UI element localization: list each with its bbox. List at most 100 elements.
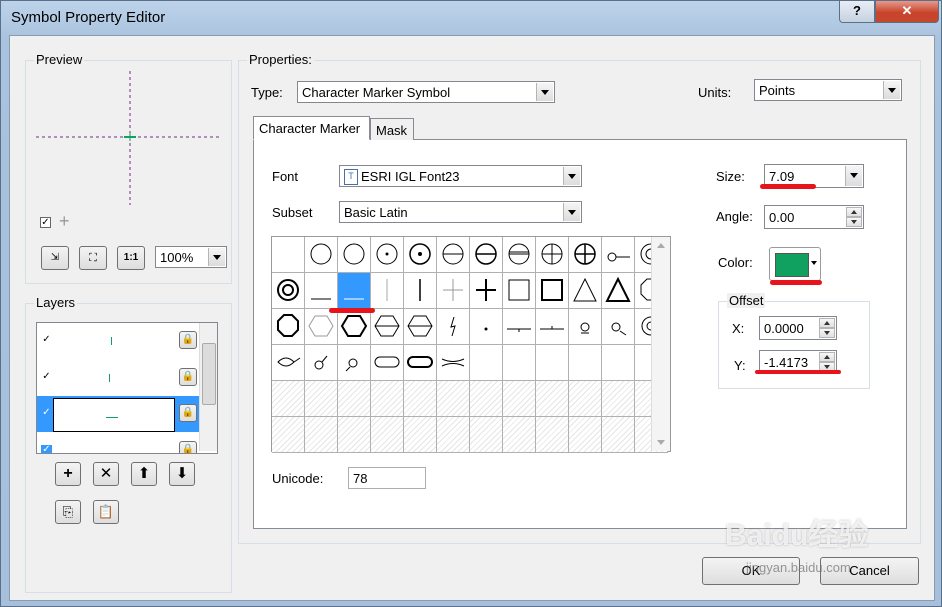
glyph-cell[interactable] (536, 273, 569, 309)
glyph-cell[interactable] (272, 273, 305, 309)
glyph-cell[interactable] (272, 309, 305, 345)
spin-up-icon[interactable] (819, 318, 835, 328)
glyph-cell (470, 417, 503, 453)
glyph-cell[interactable] (404, 237, 437, 273)
glyph-cell (338, 381, 371, 417)
copy-layer-button[interactable]: ⎘ (55, 500, 81, 524)
spin-up-icon[interactable] (846, 207, 862, 217)
glyph-cell[interactable] (338, 345, 371, 381)
glyph-cell[interactable] (536, 309, 569, 345)
scroll-down-icon[interactable] (657, 440, 665, 445)
glyph-cell (404, 381, 437, 417)
tab-mask[interactable]: Mask (370, 118, 414, 140)
glyph-cell[interactable] (305, 237, 338, 273)
layers-label: Layers (34, 295, 78, 310)
actual-size-button[interactable]: 1:1 (117, 246, 145, 270)
glyph-cell (503, 381, 536, 417)
angle-spinner[interactable]: 0.00 (764, 205, 864, 229)
glyph-icon (541, 243, 563, 265)
chevron-down-icon[interactable] (845, 166, 862, 186)
spin-down-icon[interactable] (846, 217, 862, 227)
scroll-up-icon[interactable] (657, 243, 665, 248)
glyph-cell[interactable] (305, 273, 338, 309)
layers-list: ✓ 🔒 ✓ 🔒 ✓ 🔒 ✓ 🔒 (36, 322, 218, 454)
glyph-cell[interactable] (272, 237, 305, 273)
x-offset-spinner[interactable]: 0.0000 (759, 316, 837, 340)
glyph-cell[interactable] (470, 273, 503, 309)
zoom-select[interactable]: 100% (155, 246, 227, 268)
spin-down-icon[interactable] (819, 328, 835, 338)
glyph-cell[interactable] (602, 345, 635, 381)
units-select[interactable]: Points (754, 79, 902, 101)
glyph-cell[interactable] (470, 345, 503, 381)
zoom-out-button[interactable]: ⛶ (79, 246, 107, 270)
glyph-cell[interactable] (371, 309, 404, 345)
glyph-cell[interactable] (602, 273, 635, 309)
glyph-cell-selected[interactable] (338, 273, 371, 309)
zoom-in-button[interactable]: ⇲ (41, 246, 69, 270)
layers-scrollbar[interactable] (199, 323, 217, 451)
layer-row[interactable]: ✓ 🔒 (37, 323, 215, 359)
glyph-cell[interactable] (602, 237, 635, 273)
move-down-button[interactable]: ⬇ (169, 462, 195, 486)
unicode-field[interactable]: 78 (348, 467, 426, 489)
glyph-cell[interactable] (536, 237, 569, 273)
layer-row[interactable]: ✓ 🔒 (37, 433, 215, 453)
glyph-cell[interactable] (437, 273, 470, 309)
glyph-scrollbar[interactable] (651, 237, 670, 451)
glyph-icon (374, 356, 400, 368)
spin-up-icon[interactable] (819, 352, 835, 362)
type-select[interactable]: Character Marker Symbol (297, 81, 555, 103)
glyph-cell[interactable] (404, 309, 437, 345)
glyph-cell[interactable] (569, 237, 602, 273)
glyph-cell[interactable] (503, 309, 536, 345)
lock-icon[interactable]: 🔒 (179, 441, 197, 453)
glyph-icon (580, 322, 590, 334)
glyph-cell[interactable] (404, 273, 437, 309)
glyph-cell[interactable] (470, 309, 503, 345)
layer-checkbox[interactable]: ✓ (41, 408, 52, 419)
subset-select[interactable]: Basic Latin (339, 201, 582, 223)
glyph-cell (569, 381, 602, 417)
glyph-cell[interactable] (503, 345, 536, 381)
glyph-cell[interactable] (371, 345, 404, 381)
lock-icon[interactable]: 🔒 (179, 404, 197, 422)
glyph-cell[interactable] (470, 237, 503, 273)
glyph-cell[interactable] (569, 273, 602, 309)
layer-row[interactable]: ✓ 🔒 (37, 360, 215, 396)
glyph-cell[interactable] (437, 309, 470, 345)
layer-checkbox[interactable]: ✓ (41, 372, 52, 383)
glyph-cell[interactable] (569, 309, 602, 345)
glyph-cell[interactable] (371, 237, 404, 273)
glyph-cell[interactable] (272, 345, 305, 381)
paste-layer-button[interactable]: 📋 (93, 500, 119, 524)
glyph-cell[interactable] (437, 345, 470, 381)
layer-checkbox[interactable]: ✓ (41, 445, 52, 453)
remove-layer-button[interactable]: ✕ (93, 462, 119, 486)
layer-row-selected[interactable]: ✓ 🔒 (37, 396, 215, 432)
glyph-cell[interactable] (305, 309, 338, 345)
tab-character-marker[interactable]: Character Marker (253, 116, 370, 140)
glyph-cell[interactable] (503, 237, 536, 273)
lock-icon[interactable]: 🔒 (179, 368, 197, 386)
glyph-cell[interactable] (602, 309, 635, 345)
glyph-cell[interactable] (437, 237, 470, 273)
lock-icon[interactable]: 🔒 (179, 331, 197, 349)
glyph-cell[interactable] (569, 345, 602, 381)
help-button[interactable]: ? (839, 1, 875, 23)
glyph-cell[interactable] (338, 309, 371, 345)
font-select[interactable]: T ESRI IGL Font23 (339, 165, 582, 187)
glyph-cell[interactable] (338, 237, 371, 273)
glyph-cell[interactable] (371, 273, 404, 309)
glyph-cell[interactable] (404, 345, 437, 381)
close-button[interactable]: ✕ (875, 1, 939, 23)
glyph-cell[interactable] (503, 273, 536, 309)
layer-checkbox[interactable]: ✓ (41, 335, 52, 346)
color-picker-button[interactable] (769, 247, 821, 281)
glyph-cell[interactable] (305, 345, 338, 381)
add-layer-button[interactable]: + (55, 462, 81, 486)
preview-checkbox[interactable]: ✓ (40, 217, 51, 228)
dialog-window: Symbol Property Editor ? ✕ Preview ✓ + ⇲… (0, 0, 942, 607)
glyph-cell[interactable] (536, 345, 569, 381)
move-up-button[interactable]: ⬆ (131, 462, 157, 486)
